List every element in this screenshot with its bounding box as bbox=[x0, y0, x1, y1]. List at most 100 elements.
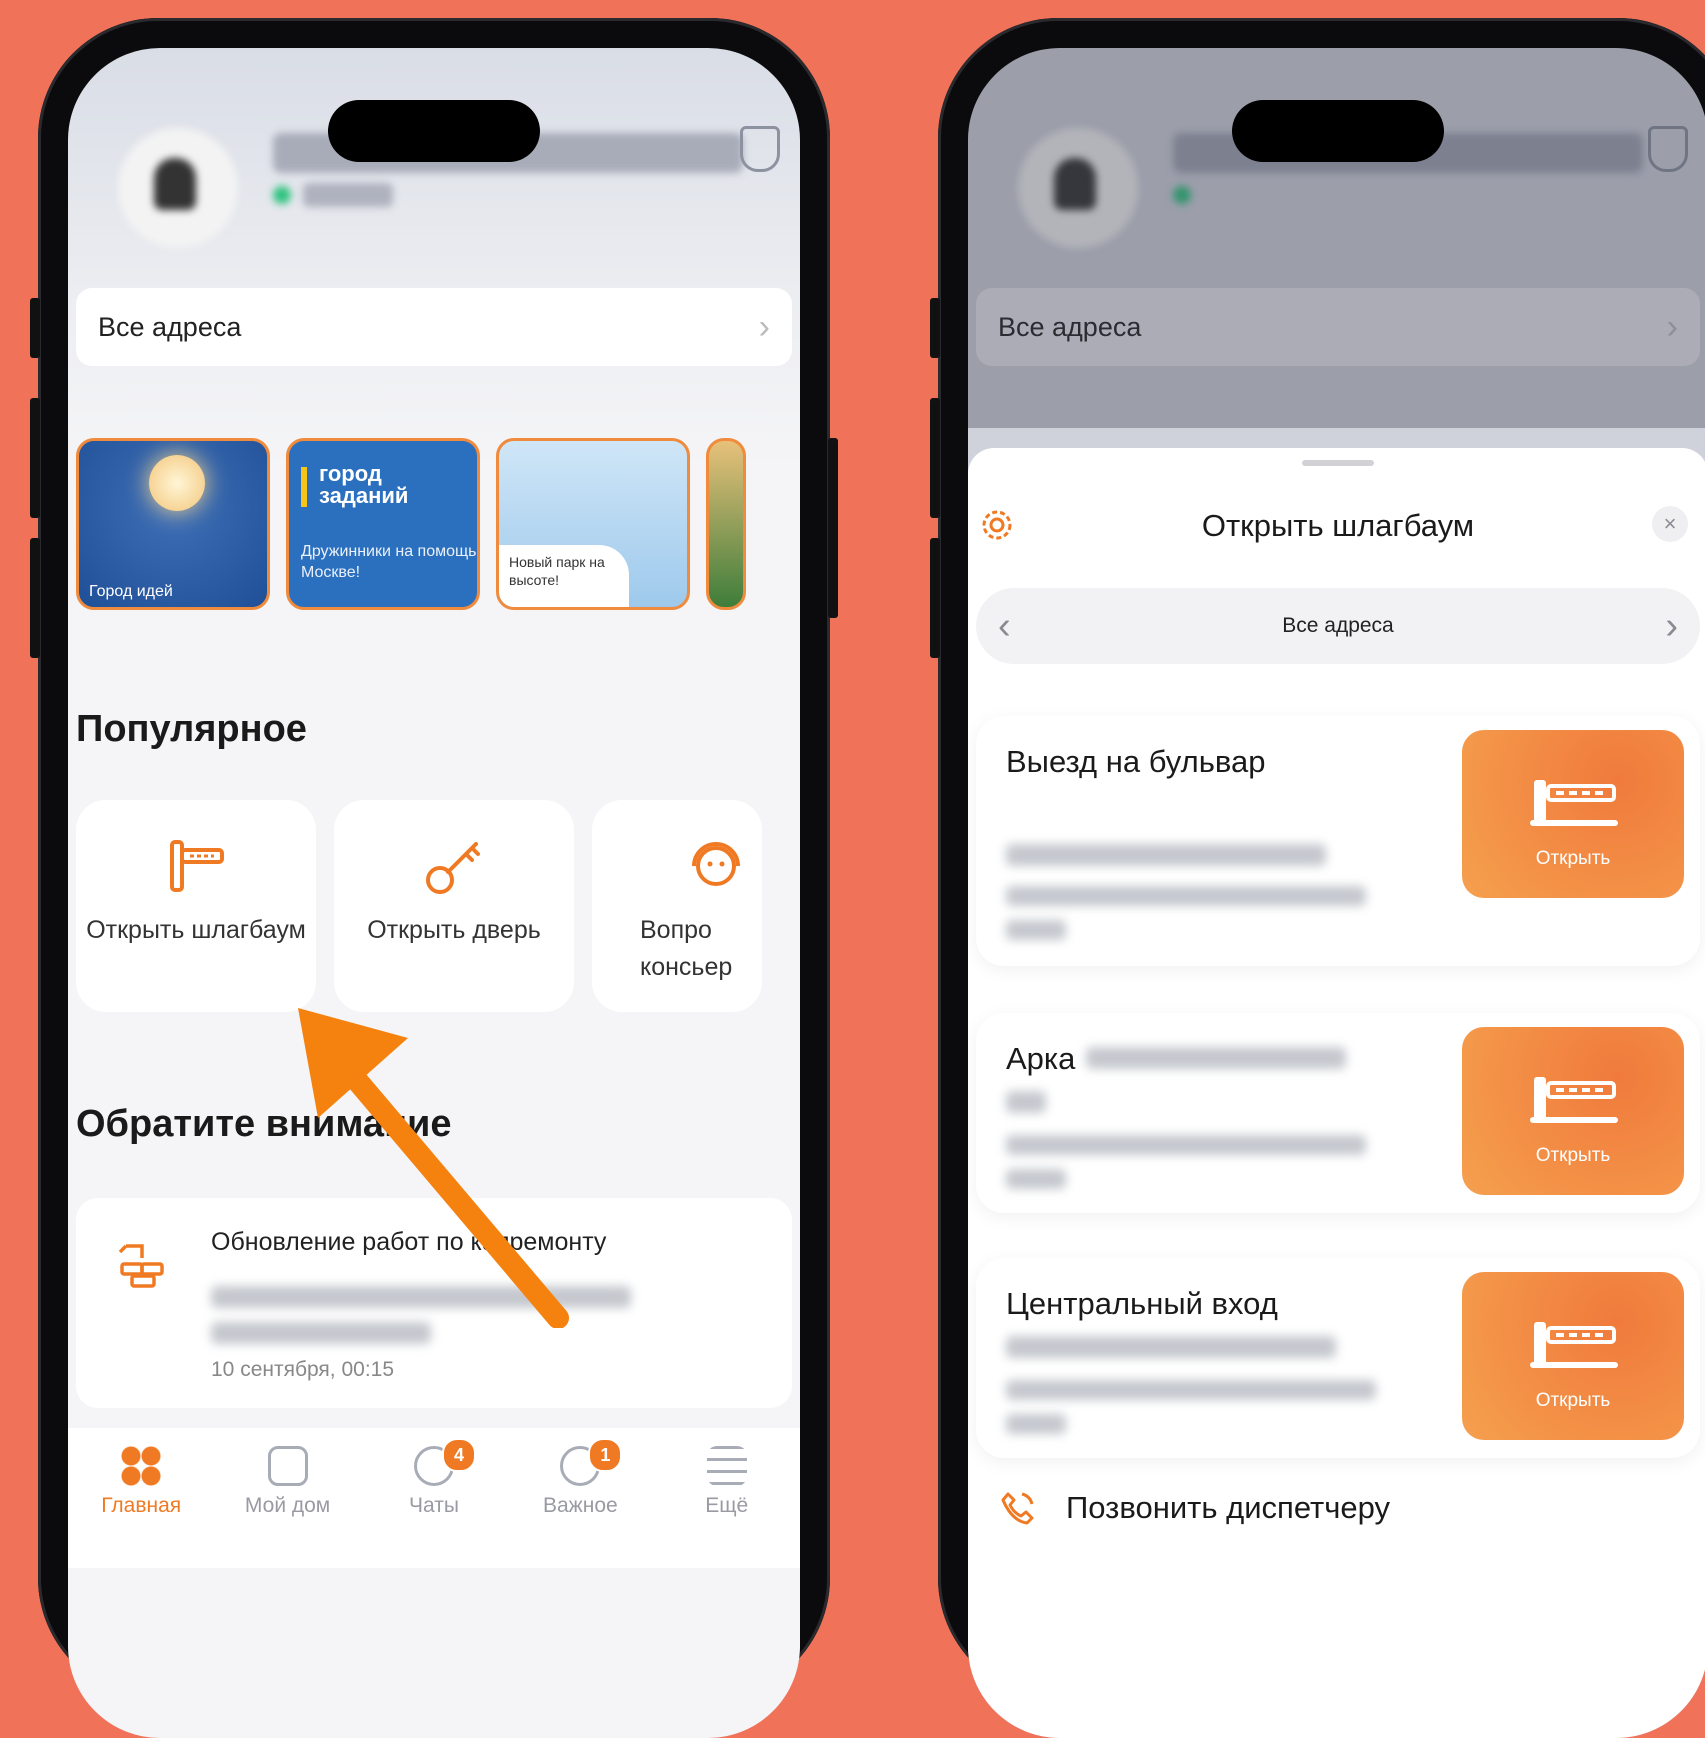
gate-name: Центральный вход bbox=[1006, 1286, 1278, 1321]
gate-address-blurred bbox=[1086, 1047, 1346, 1069]
address-switcher: ‹ Все адреса › bbox=[976, 588, 1700, 664]
gate-card: Центральный вход Открыть bbox=[976, 1258, 1700, 1458]
open-door-card[interactable]: Открыть дверь bbox=[334, 800, 574, 1012]
side-button bbox=[30, 398, 40, 518]
story-card[interactable] bbox=[706, 438, 746, 610]
call-label: Позвонить диспетчеру bbox=[1066, 1490, 1391, 1525]
gate-address-blurred bbox=[1006, 886, 1366, 906]
tab-important[interactable]: 1 Важное bbox=[510, 1438, 650, 1568]
story-card[interactable]: Новый парк на высоте! bbox=[496, 438, 690, 610]
status-dot bbox=[273, 186, 291, 204]
menu-icon bbox=[706, 1446, 747, 1486]
tab-chats[interactable]: 4 Чаты bbox=[364, 1438, 504, 1568]
unread-badge: 1 bbox=[588, 1438, 623, 1472]
side-button bbox=[30, 538, 40, 658]
avatar[interactable] bbox=[118, 128, 238, 248]
card-label: Вопро консьер bbox=[640, 916, 733, 981]
notice-card[interactable]: Обновление работ по капремонту 10 сентяб… bbox=[76, 1198, 792, 1408]
address-selector[interactable]: Все адреса › bbox=[76, 288, 792, 366]
barrier-icon bbox=[1530, 1077, 1618, 1123]
open-gate-button[interactable]: Открыть bbox=[1462, 1027, 1684, 1195]
story-heading: город заданий bbox=[319, 461, 409, 508]
barrier-icon bbox=[1530, 1322, 1618, 1368]
address-switch-label: Все адреса bbox=[1282, 614, 1394, 637]
tab-label: Чаты bbox=[409, 1494, 459, 1517]
side-button bbox=[930, 538, 940, 658]
phone-icon bbox=[1001, 1492, 1034, 1525]
key-icon bbox=[426, 842, 480, 894]
screen-right: Все адреса › Открыть шлагбаум × ‹ Все ад… bbox=[968, 48, 1705, 1738]
gate-address-blurred bbox=[1006, 1135, 1366, 1155]
grid-icon bbox=[121, 1446, 162, 1486]
side-button bbox=[30, 298, 40, 358]
tab-more[interactable]: Ещё bbox=[657, 1446, 797, 1568]
chevron-left-icon[interactable]: ‹ bbox=[998, 605, 1011, 648]
user-sub-blurred bbox=[303, 183, 393, 207]
repair-icon bbox=[118, 1244, 164, 1288]
story-label: Новый парк на высоте! bbox=[499, 545, 629, 607]
popular-actions: Открыть шлагбаум Открыть дверь Вопро кон… bbox=[76, 800, 762, 1012]
section-title: Обратите внимание bbox=[76, 1103, 452, 1145]
support-icon bbox=[692, 842, 740, 886]
building-icon bbox=[267, 1446, 308, 1486]
shield-icon[interactable] bbox=[740, 126, 780, 172]
chevron-right-icon: › bbox=[758, 307, 770, 346]
section-title: Популярное bbox=[76, 708, 307, 750]
chevron-right-icon[interactable]: › bbox=[1665, 605, 1678, 648]
gate-address-blurred bbox=[1006, 1414, 1066, 1434]
gate-address-blurred bbox=[1006, 1169, 1066, 1189]
tab-my-home[interactable]: Мой дом bbox=[218, 1446, 358, 1568]
sheet-title: Открыть шлагбаум bbox=[1201, 508, 1475, 543]
tab-label: Мой дом bbox=[244, 1494, 331, 1517]
gate-address-blurred bbox=[1006, 920, 1066, 940]
story-label: Дружинники на помощь Москве! bbox=[301, 543, 477, 581]
barrier-icon bbox=[1530, 780, 1618, 826]
story-label: Город идей bbox=[89, 583, 173, 600]
side-button bbox=[930, 398, 940, 518]
story-card[interactable]: Город идей bbox=[76, 438, 270, 610]
screen-left: Все адреса › Город идей город заданий Др… bbox=[68, 48, 800, 1738]
tab-label: Ещё bbox=[705, 1494, 749, 1517]
open-barrier-card[interactable]: Открыть шлагбаум bbox=[76, 800, 316, 1012]
card-label: Открыть шлагбаум bbox=[86, 916, 306, 944]
tab-label: Главная bbox=[101, 1494, 182, 1517]
bottom-sheet: Открыть шлагбаум × ‹ Все адреса › Выезд … bbox=[968, 448, 1705, 1738]
dynamic-island bbox=[328, 100, 540, 162]
notice-title: Обновление работ по капремонту bbox=[211, 1228, 607, 1256]
unread-badge: 4 bbox=[441, 1438, 476, 1472]
tab-label: Важное bbox=[543, 1494, 618, 1517]
open-button-label: Открыть bbox=[1535, 1145, 1611, 1166]
tab-home[interactable]: Главная bbox=[71, 1446, 211, 1568]
card-label: Открыть дверь bbox=[367, 916, 541, 944]
gate-address-blurred bbox=[1006, 1336, 1336, 1358]
open-gate-button[interactable]: Открыть bbox=[1462, 1272, 1684, 1440]
gate-address-blurred bbox=[1006, 1380, 1376, 1400]
notice-text-blurred bbox=[211, 1286, 631, 1308]
side-button bbox=[930, 298, 940, 358]
dynamic-island bbox=[1232, 100, 1444, 162]
close-icon[interactable]: × bbox=[1652, 506, 1688, 542]
call-dispatcher-button[interactable]: Позвонить диспетчеру bbox=[998, 1488, 1390, 1528]
open-gate-button[interactable]: Открыть bbox=[1462, 730, 1684, 898]
open-button-label: Открыть bbox=[1535, 848, 1611, 869]
accent-bar bbox=[301, 467, 307, 507]
notice-text-blurred bbox=[211, 1322, 431, 1344]
gate-card: Выезд на бульвар Открыть bbox=[976, 716, 1700, 966]
concierge-card[interactable]: Вопро консьер bbox=[592, 800, 762, 1012]
gate-card: Арка Открыть bbox=[976, 1013, 1700, 1213]
gate-address-blurred bbox=[1006, 844, 1326, 866]
sheet-handle[interactable] bbox=[1302, 460, 1374, 466]
gate-address-blurred bbox=[1006, 1091, 1046, 1113]
light-bulb-icon bbox=[149, 455, 205, 511]
barrier-icon bbox=[170, 840, 224, 892]
open-button-label: Открыть bbox=[1535, 1390, 1611, 1411]
side-button bbox=[828, 438, 838, 618]
phone-right: Все адреса › Открыть шлагбаум × ‹ Все ад… bbox=[930, 18, 1705, 1738]
gate-name: Выезд на бульвар bbox=[1006, 744, 1266, 779]
phone-left: Все адреса › Город идей город заданий Др… bbox=[30, 18, 838, 1738]
stories-row: Город идей город заданий Дружинники на п… bbox=[76, 438, 746, 610]
tab-bar: Главная Мой дом 4 Чаты 1 Важное Ещё bbox=[68, 1428, 800, 1568]
notice-time: 10 сентября, 00:15 bbox=[211, 1358, 395, 1381]
story-card[interactable]: город заданий Дружинники на помощь Москв… bbox=[286, 438, 480, 610]
address-label: Все адреса bbox=[98, 311, 242, 342]
